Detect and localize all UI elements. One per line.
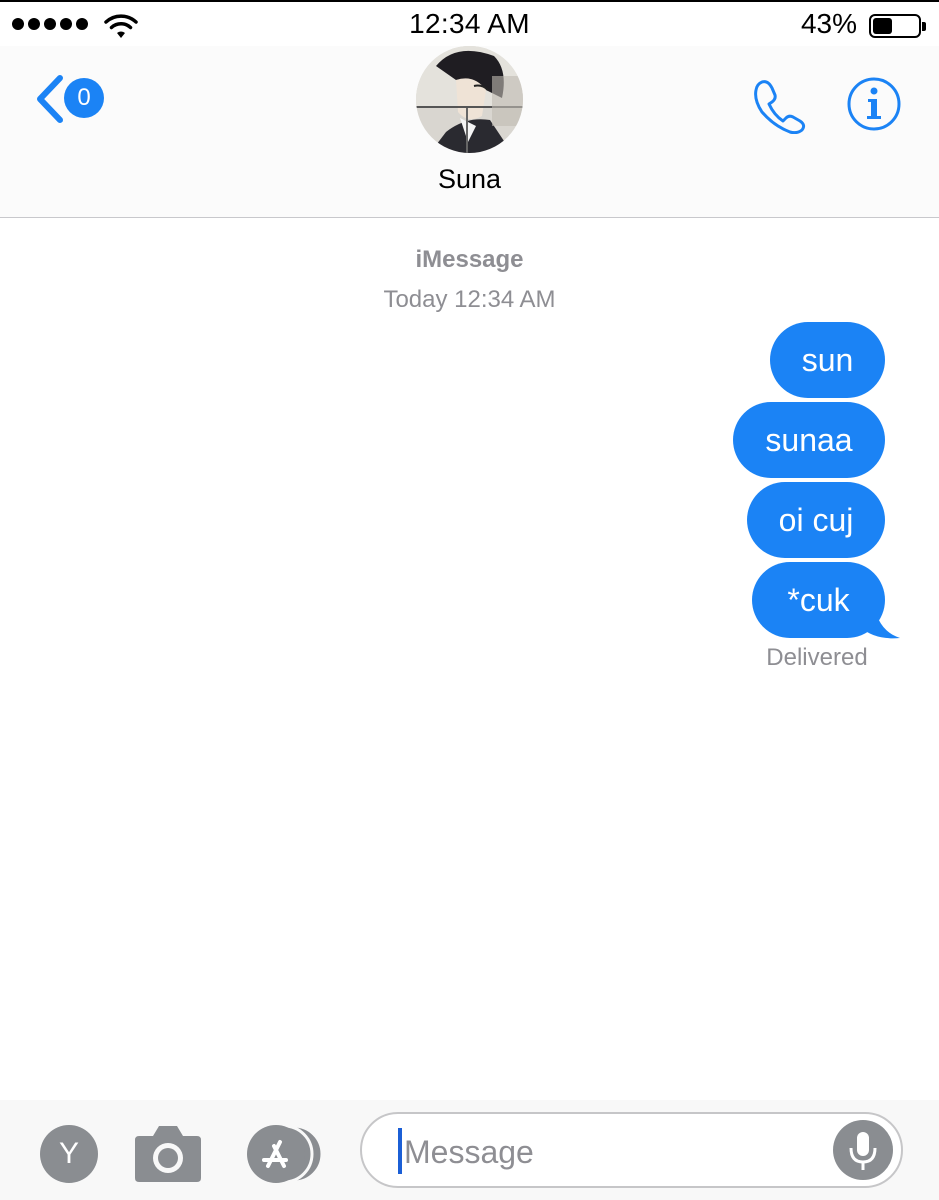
message-bubble-sent[interactable]: sun bbox=[770, 322, 885, 398]
message-placeholder: Message bbox=[404, 1134, 534, 1170]
conversation-timestamp: Today 12:34 AM bbox=[383, 286, 556, 313]
status-bar: 12:34 AM 43% bbox=[0, 0, 939, 46]
message-bubble-sent[interactable]: sunaa bbox=[733, 402, 885, 478]
battery-percent: 43% bbox=[800, 8, 857, 39]
microphone-icon[interactable] bbox=[833, 1120, 893, 1180]
contact-avatar[interactable] bbox=[416, 46, 523, 153]
conversation-header: 0 Suna bbox=[0, 46, 939, 218]
app-store-icon[interactable] bbox=[246, 1124, 330, 1184]
info-icon[interactable] bbox=[846, 76, 902, 132]
message-bubble-sent[interactable]: oi cuj bbox=[747, 482, 885, 558]
avatar-image bbox=[416, 46, 523, 153]
text-cursor bbox=[398, 1128, 402, 1174]
delivery-status: Delivered bbox=[766, 644, 868, 671]
camera-icon[interactable] bbox=[135, 1122, 201, 1182]
message-input[interactable]: Message bbox=[360, 1112, 903, 1188]
apps-button[interactable]: Y bbox=[40, 1125, 98, 1183]
unread-count-badge: 0 bbox=[64, 78, 104, 118]
battery-level-fill bbox=[873, 18, 892, 34]
service-label: iMessage bbox=[415, 246, 524, 273]
back-button[interactable]: 0 bbox=[32, 72, 122, 126]
message-bubble-sent[interactable]: *cuk bbox=[752, 562, 885, 638]
chevron-left-icon bbox=[37, 75, 63, 123]
status-time: 12:34 AM bbox=[409, 8, 530, 39]
message-input-bar: Y Message bbox=[0, 1100, 939, 1200]
phone-icon[interactable] bbox=[750, 76, 808, 134]
battery-icon bbox=[869, 14, 926, 38]
contact-name[interactable]: Suna bbox=[0, 164, 939, 195]
